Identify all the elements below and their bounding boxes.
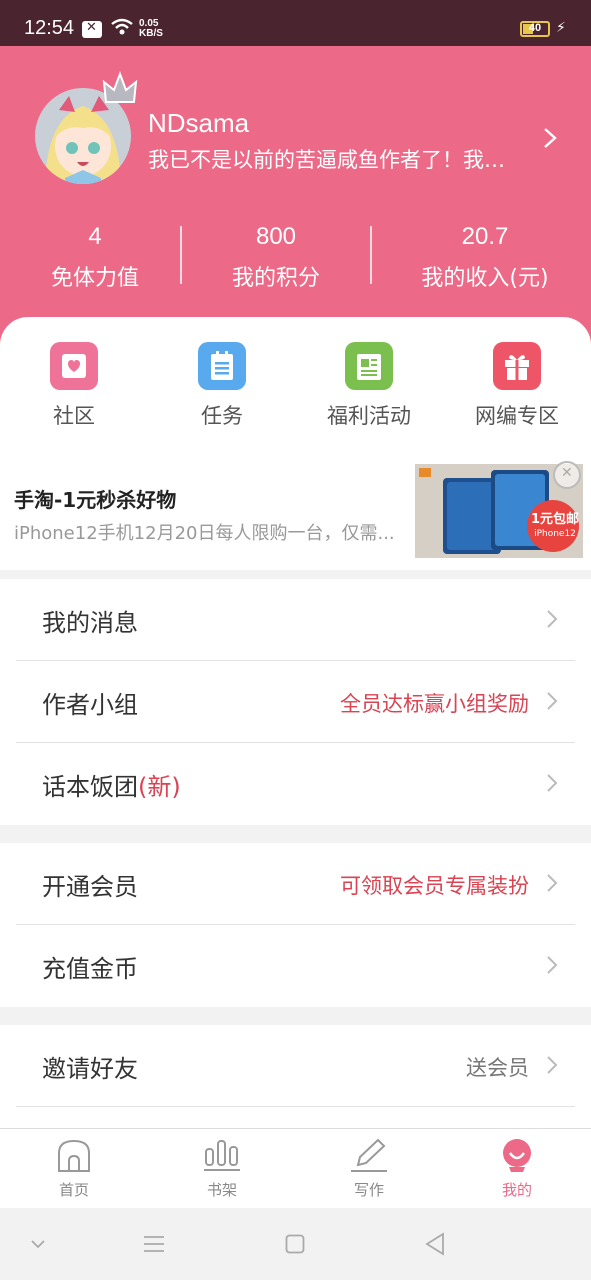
menu-item-fan-club[interactable]: 话本饭团(新) <box>16 743 575 825</box>
invite-promo: 送会员 <box>466 1056 529 1080</box>
stat-divider <box>180 226 182 284</box>
stats-bar: 4 免体力值 800 我的积分 20.7 我的收入(元) <box>0 220 591 296</box>
charging-icon: ⚡ <box>556 20 566 36</box>
network-speed: 0.05 KB/S <box>139 18 163 39</box>
community-icon <box>50 342 98 390</box>
user-bio[interactable]: 我已不是以前的苦逼咸鱼作者了！我… <box>148 144 533 174</box>
stat-stamina[interactable]: 4 免体力值 <box>0 220 190 292</box>
status-bar: 12:54 0.05 KB/S 40 ⚡ <box>0 0 591 46</box>
stat-income[interactable]: 20.7 我的收入(元) <box>390 220 580 292</box>
chevron-down-icon[interactable] <box>30 1238 46 1250</box>
nav-mine[interactable]: 我的 <box>443 1137 591 1200</box>
menu-group-invite: 邀请好友 送会员 <box>0 1025 591 1128</box>
battery-icon: 40 <box>520 21 550 37</box>
stat-points[interactable]: 800 我的积分 <box>181 220 371 292</box>
menu-icon[interactable] <box>143 1234 165 1254</box>
ad-badge-text: 1元包邮 iPhone12 <box>530 512 580 540</box>
vip-crown-icon <box>102 71 138 103</box>
chevron-right-icon <box>547 610 558 628</box>
ad-close-button[interactable] <box>553 461 581 489</box>
system-navigation-bar <box>0 1208 591 1280</box>
username[interactable]: NDsama <box>148 108 249 139</box>
battery-level: 40 <box>528 22 542 34</box>
welfare-document-icon <box>345 342 393 390</box>
menu-item-messages[interactable]: 我的消息 <box>16 579 575 661</box>
nav-bookshelf[interactable]: 书架 <box>148 1137 296 1200</box>
chevron-right-icon <box>547 692 558 710</box>
ad-title[interactable]: 手淘-1元秒杀好物 <box>14 484 176 513</box>
stat-divider <box>370 226 372 284</box>
home-square-icon[interactable] <box>285 1234 305 1254</box>
chevron-right-icon <box>547 774 558 792</box>
status-time: 12:54 <box>24 17 75 39</box>
wifi-icon <box>111 18 133 35</box>
chevron-right-icon <box>547 956 558 974</box>
chevron-right-icon <box>547 1056 558 1074</box>
bottom-navigation: 首页 书架 写作 我的 <box>0 1128 591 1208</box>
gift-icon <box>493 342 541 390</box>
pencil-icon <box>351 1138 387 1172</box>
menu-group-messages: 我的消息 作者小组 全员达标赢小组奖励 话本饭团(新) <box>0 579 591 825</box>
menu-item-recharge-coins[interactable]: 充值金币 <box>16 925 575 1007</box>
quick-link-tasks[interactable]: 任务 <box>148 342 296 430</box>
ad-banner[interactable]: 手淘-1元秒杀好物 iPhone12手机12月20日每人限购一台，仅需... 1… <box>0 462 591 570</box>
author-group-promo: 全员达标赢小组奖励 <box>340 692 529 716</box>
quick-link-editor-zone[interactable]: 网编专区 <box>443 342 591 430</box>
home-icon <box>58 1139 90 1172</box>
chevron-right-icon <box>547 874 558 892</box>
nav-home[interactable]: 首页 <box>0 1137 148 1200</box>
task-clipboard-icon <box>198 342 246 390</box>
back-triangle-icon[interactable] <box>424 1232 446 1256</box>
quick-link-community[interactable]: 社区 <box>0 342 148 430</box>
new-tag: (新) <box>138 773 181 801</box>
quick-link-welfare[interactable]: 福利活动 <box>295 342 443 430</box>
membership-promo: 可领取会员专属装扮 <box>340 874 529 898</box>
bookshelf-icon <box>204 1140 240 1171</box>
chevron-right-icon[interactable] <box>540 126 560 150</box>
menu-item-membership[interactable]: 开通会员 可领取会员专属装扮 <box>16 843 575 925</box>
menu-item-author-group[interactable]: 作者小组 全员达标赢小组奖励 <box>16 661 575 743</box>
notification-icon <box>82 20 102 38</box>
menu-item-invite-friends[interactable]: 邀请好友 送会员 <box>16 1025 575 1107</box>
nav-write[interactable]: 写作 <box>295 1137 443 1200</box>
menu-group-membership: 开通会员 可领取会员专属装扮 充值金币 <box>0 843 591 1007</box>
ad-description[interactable]: iPhone12手机12月20日每人限购一台，仅需... <box>14 519 412 545</box>
profile-face-icon <box>503 1139 531 1172</box>
